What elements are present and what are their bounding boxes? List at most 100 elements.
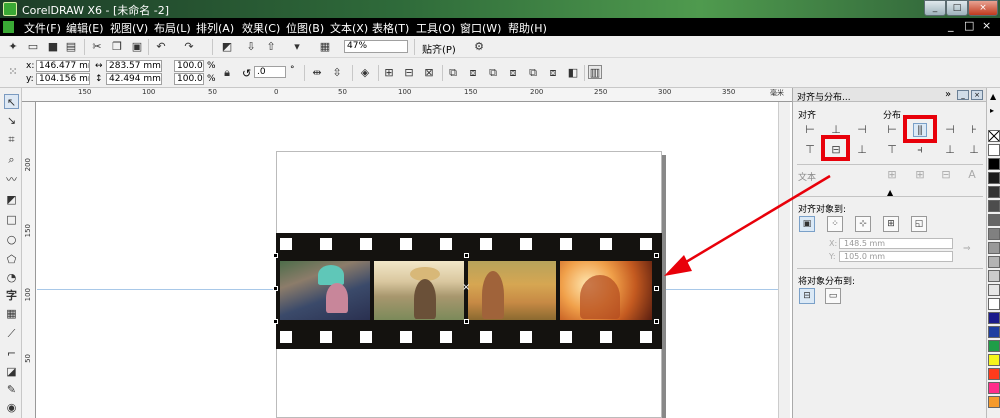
rotation-angle-field[interactable]: .0	[254, 66, 286, 78]
color-swatch[interactable]	[988, 298, 1000, 310]
color-swatch[interactable]	[988, 214, 1000, 226]
align-top-icon[interactable]: ⊤	[803, 143, 817, 157]
color-swatch[interactable]	[988, 270, 1000, 282]
paste-icon[interactable]: ▣	[130, 40, 144, 54]
color-swatch[interactable]	[988, 354, 1000, 366]
color-swatch[interactable]	[988, 186, 1000, 198]
selection-handle[interactable]	[273, 319, 278, 324]
color-swatch[interactable]	[988, 256, 1000, 268]
distribute-top-icon[interactable]: ⊤	[885, 143, 899, 157]
pick-point-icon[interactable]: ⇒	[963, 244, 971, 254]
save-icon[interactable]: ■	[46, 40, 60, 54]
y-position-field[interactable]: 104.156 mm	[36, 73, 90, 85]
photo-frame-1[interactable]	[280, 261, 370, 320]
open-folder-icon[interactable]: ▭	[26, 40, 40, 54]
fill-tool-icon[interactable]: ◉	[4, 400, 19, 415]
selection-handle[interactable]	[654, 319, 659, 324]
zoom-tool-icon[interactable]: ⌕	[4, 152, 19, 167]
distribute-spacing-icon[interactable]: ⊣	[943, 123, 957, 137]
color-swatch[interactable]	[988, 312, 1000, 324]
weld-icon[interactable]: ⧉	[486, 66, 500, 80]
new-document-icon[interactable]: ✦	[6, 40, 20, 54]
text-baseline-last-icon[interactable]: ⊞	[913, 168, 927, 182]
menu-bitmaps[interactable]: 位图(B)	[286, 20, 324, 36]
doc-minimize-button[interactable]: _	[948, 19, 954, 32]
photo-frame-3[interactable]	[468, 261, 556, 320]
menu-effects[interactable]: 效果(C)	[242, 20, 280, 36]
text-baseline-first-icon[interactable]: ⊞	[885, 168, 899, 182]
photo-frame-4[interactable]	[560, 261, 652, 320]
scale-y-field[interactable]: 100.0	[174, 73, 204, 85]
menu-layout[interactable]: 布局(L)	[154, 20, 191, 36]
docker-minimize-button[interactable]: _	[957, 90, 969, 100]
lock-ratio-icon[interactable]: 🔒︎	[220, 66, 234, 80]
point-y-field[interactable]: 105.0 mm	[839, 251, 953, 262]
welcome-screen-icon[interactable]: ▦	[318, 40, 332, 54]
palette-flyout-icon[interactable]: ▸	[990, 106, 994, 115]
align-to-active-objects-button[interactable]: ▣	[799, 216, 815, 232]
menu-file[interactable]: 文件(F)	[24, 20, 61, 36]
copy-icon[interactable]: ❐	[110, 40, 124, 54]
menu-table[interactable]: 表格(T)	[372, 20, 409, 36]
selection-handle[interactable]	[464, 319, 469, 324]
freehand-tool-icon[interactable]: 〰	[4, 172, 19, 187]
horizontal-ruler[interactable]: 150 100 50 0 50 100 150 200 250 300 350 …	[22, 88, 792, 102]
redo-icon[interactable]: ↷	[182, 40, 196, 54]
rectangle-tool-icon[interactable]: □	[4, 212, 19, 227]
selection-handle[interactable]	[654, 253, 659, 258]
align-bottom-icon[interactable]: ⊥	[855, 143, 869, 157]
doc-restore-button[interactable]: □	[964, 19, 974, 32]
selection-handle[interactable]	[654, 286, 659, 291]
distribute-vertical-spacing-icon[interactable]: ⊥	[943, 143, 957, 157]
selection-handle[interactable]	[464, 253, 469, 258]
menu-view[interactable]: 视图(V)	[110, 20, 148, 36]
distribute-bottom-icon[interactable]: ⊥	[967, 143, 981, 157]
basic-shapes-tool-icon[interactable]: ◔	[4, 270, 19, 285]
scale-x-field[interactable]: 100.0	[174, 60, 204, 72]
menu-tools[interactable]: 工具(O)	[416, 20, 455, 36]
height-field[interactable]: 42.494 mm	[106, 73, 162, 85]
combine-icon[interactable]: ⧉	[446, 66, 460, 80]
color-swatch[interactable]	[988, 382, 1000, 394]
export-icon[interactable]: ⇧	[264, 40, 278, 54]
photo-frame-2[interactable]	[374, 261, 464, 320]
close-button[interactable]: ×	[968, 0, 998, 16]
mirror-horizontal-icon[interactable]: ⇹	[310, 66, 324, 80]
restore-button[interactable]: □	[946, 0, 968, 16]
intersect-icon[interactable]: ⧉	[526, 66, 540, 80]
ellipse-tool-icon[interactable]: ○	[4, 232, 19, 247]
break-apart-icon[interactable]: ⧈	[466, 66, 480, 80]
snap-to-dropdown[interactable]: 贴齐(P)	[422, 41, 456, 56]
x-position-field[interactable]: 146.477 mm	[36, 60, 90, 72]
polygon-tool-icon[interactable]: ⬠	[4, 252, 19, 267]
align-to-page-edge-button[interactable]: ⁘	[827, 216, 843, 232]
application-launcher-icon[interactable]: ▾	[290, 40, 304, 54]
text-tool-icon[interactable]: 字	[4, 288, 19, 303]
ungroup-icon[interactable]: ⊟	[402, 66, 416, 80]
width-field[interactable]: 283.57 mm	[106, 60, 162, 72]
zoom-level-select[interactable]: 47%	[344, 40, 408, 53]
distribute-to-page-button[interactable]: ▭	[825, 288, 841, 304]
distribute-right-icon[interactable]: ⊦	[967, 123, 981, 137]
expand-docker-icon[interactable]: »	[945, 89, 951, 100]
smart-fill-tool-icon[interactable]: ◩	[4, 192, 19, 207]
pick-tool-icon[interactable]: ↖	[4, 94, 19, 109]
menu-help[interactable]: 帮助(H)	[508, 20, 547, 36]
align-right-icon[interactable]: ⊣	[855, 123, 869, 137]
selection-handle[interactable]	[273, 253, 278, 258]
color-swatch[interactable]	[988, 242, 1000, 254]
trim-icon[interactable]: ⧈	[506, 66, 520, 80]
palette-scroll-up-icon[interactable]: ▲	[990, 92, 996, 101]
no-color-swatch[interactable]	[988, 130, 1000, 142]
transform-icon[interactable]: ◈	[358, 66, 372, 80]
point-x-field[interactable]: 148.5 mm	[839, 238, 953, 249]
crop-tool-icon[interactable]: ⌗	[4, 132, 19, 147]
simplify-icon[interactable]: ⧈	[546, 66, 560, 80]
distribute-vertical-center-icon[interactable]: ⫞	[913, 143, 927, 157]
text-outline-icon[interactable]: A	[965, 168, 979, 182]
undo-icon[interactable]: ↶	[154, 40, 168, 54]
search-content-icon[interactable]: ◩	[220, 40, 234, 54]
color-swatch[interactable]	[988, 228, 1000, 240]
eyedropper-tool-icon[interactable]: ✎	[4, 382, 19, 397]
docker-close-button[interactable]: ×	[971, 90, 983, 100]
